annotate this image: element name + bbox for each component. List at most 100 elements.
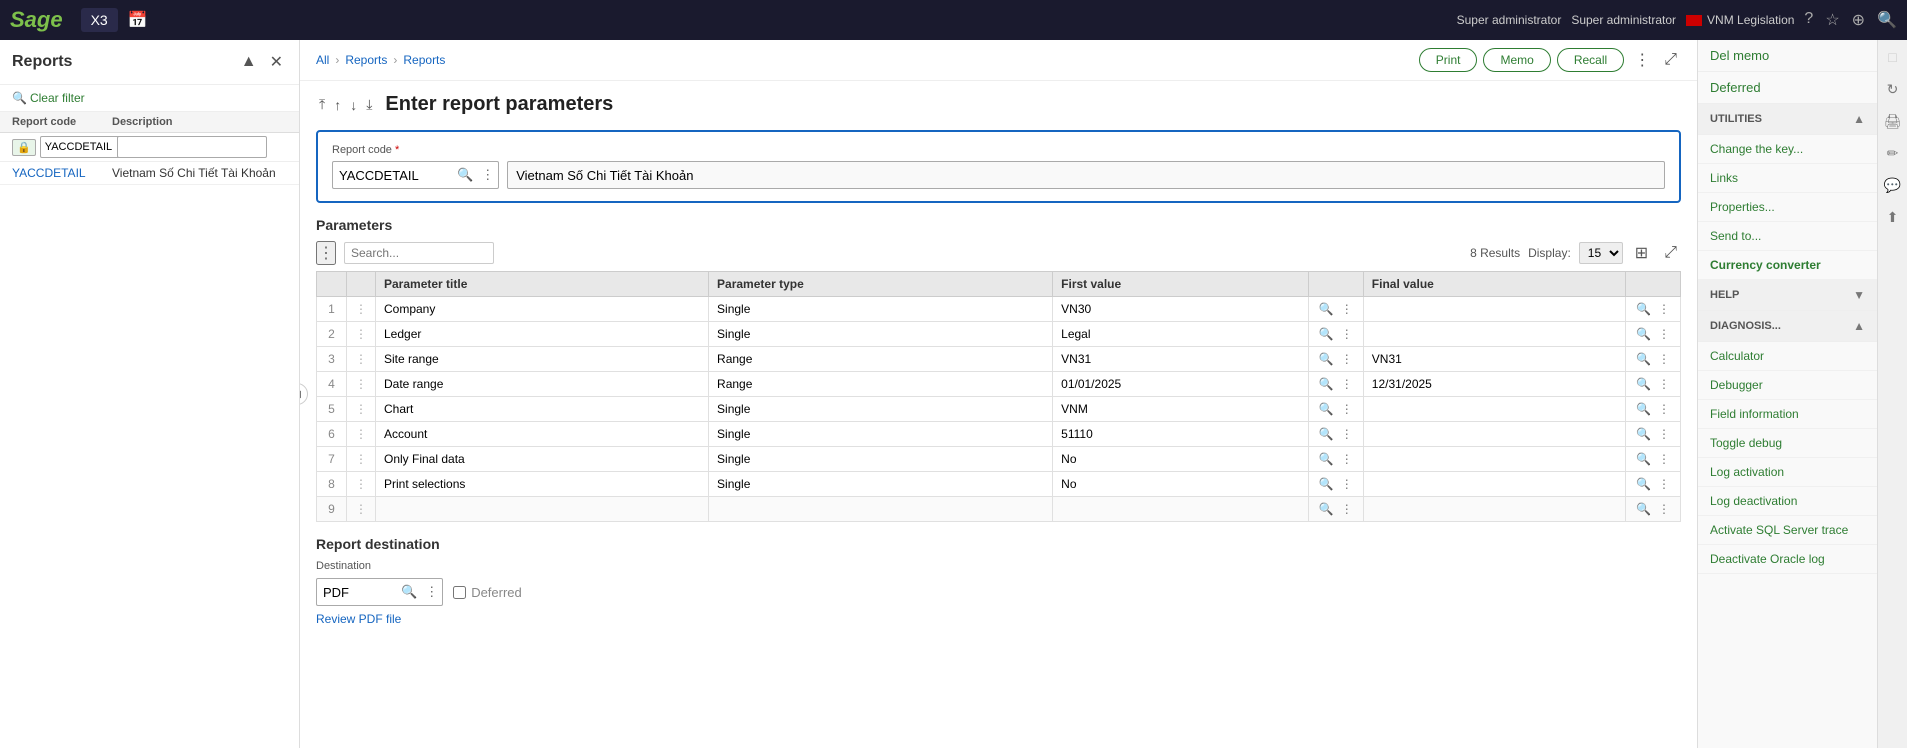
destination-input[interactable] [317, 585, 397, 600]
expand-button[interactable]: ⤢ [1660, 49, 1681, 71]
row-dots[interactable]: ⋮ [347, 472, 376, 497]
sidebar-up-icon[interactable]: ▲ [237, 50, 261, 74]
row-first-more[interactable]: ⋮ [1339, 326, 1355, 342]
destination-search-icon[interactable]: 🔍 [397, 584, 421, 600]
row-final-more[interactable]: ⋮ [1656, 476, 1672, 492]
debugger-button[interactable]: Debugger [1698, 371, 1877, 400]
strip-pencil-icon[interactable]: ✏ [1881, 141, 1905, 165]
row-final-search[interactable]: 🔍 [1634, 326, 1653, 342]
globe-icon[interactable]: ⊕ [1852, 10, 1865, 30]
row-first-search[interactable]: 🔍 [1317, 451, 1336, 467]
breadcrumb-reports1[interactable]: Reports [345, 53, 387, 67]
row-first-more[interactable]: ⋮ [1339, 376, 1355, 392]
deactivate-oracle-button[interactable]: Deactivate Oracle log [1698, 545, 1877, 574]
review-pdf-link[interactable]: Review PDF file [316, 612, 1681, 626]
nav-bottom-arrow[interactable]: ⤓ [363, 94, 375, 115]
row-final-more[interactable]: ⋮ [1656, 426, 1672, 442]
row-dots[interactable]: ⋮ [347, 322, 376, 347]
row-dots[interactable]: ⋮ [347, 372, 376, 397]
field-information-button[interactable]: Field information [1698, 400, 1877, 429]
row-final-search[interactable]: 🔍 [1634, 301, 1653, 317]
row-final-more[interactable]: ⋮ [1656, 451, 1672, 467]
row-first-more[interactable]: ⋮ [1339, 301, 1355, 317]
del-memo-button[interactable]: Del memo [1698, 40, 1877, 72]
row-dots[interactable]: ⋮ [347, 397, 376, 422]
sidebar-row[interactable]: YACCDETAIL Vietnam Số Chi Tiết Tài Khoản [0, 162, 299, 185]
display-select[interactable]: 15 25 50 [1579, 242, 1623, 264]
row-final-search[interactable]: 🔍 [1634, 351, 1653, 367]
legislation-selector[interactable]: VNM Legislation [1686, 13, 1794, 27]
diagnosis-toggle[interactable]: ▲ [1853, 319, 1865, 333]
report-code-input[interactable] [333, 168, 453, 183]
activate-sql-button[interactable]: Activate SQL Server trace [1698, 516, 1877, 545]
report-description-input[interactable] [507, 161, 1665, 189]
params-search-input[interactable] [344, 242, 494, 264]
strip-upload-icon[interactable]: ⬆ [1881, 205, 1905, 229]
strip-bubble-icon[interactable]: 💬 [1881, 173, 1905, 197]
breadcrumb-all[interactable]: All [316, 53, 329, 67]
recall-button[interactable]: Recall [1557, 48, 1624, 72]
report-code-search-icon[interactable]: 🔍 [453, 167, 477, 183]
currency-converter-button[interactable]: Currency converter [1698, 251, 1877, 280]
row-final-more[interactable]: ⋮ [1656, 376, 1672, 392]
row-final-search[interactable]: 🔍 [1634, 426, 1653, 442]
send-to-button[interactable]: Send to... [1698, 222, 1877, 251]
row-final-search[interactable]: 🔍 [1634, 501, 1653, 517]
row-final-search[interactable]: 🔍 [1634, 401, 1653, 417]
deferred-button[interactable]: Deferred [1698, 72, 1877, 104]
row-first-search[interactable]: 🔍 [1317, 376, 1336, 392]
row-dots[interactable]: ⋮ [347, 422, 376, 447]
row-first-search[interactable]: 🔍 [1317, 326, 1336, 342]
params-expand-icon[interactable]: ⤢ [1660, 242, 1681, 264]
row-first-search[interactable]: 🔍 [1317, 351, 1336, 367]
utilities-toggle[interactable]: ▲ [1853, 112, 1865, 126]
row-dots[interactable]: ⋮ [347, 297, 376, 322]
strip-print-icon[interactable]: 🖨 [1881, 109, 1905, 133]
row-first-more[interactable]: ⋮ [1339, 426, 1355, 442]
row-dots[interactable]: ⋮ [347, 497, 376, 522]
deferred-checkbox[interactable] [453, 586, 466, 599]
help-icon[interactable]: ? [1804, 10, 1813, 30]
report-code-more-icon[interactable]: ⋮ [477, 167, 498, 183]
nav-down-arrow[interactable]: ↓ [347, 94, 360, 115]
bookmark-icon[interactable]: ☆ [1825, 10, 1839, 30]
row-first-more[interactable]: ⋮ [1339, 351, 1355, 367]
row-final-search[interactable]: 🔍 [1634, 451, 1653, 467]
destination-more-icon[interactable]: ⋮ [421, 584, 442, 600]
links-button[interactable]: Links [1698, 164, 1877, 193]
row-first-search[interactable]: 🔍 [1317, 401, 1336, 417]
clear-filter-button[interactable]: 🔍 Clear filter [12, 91, 85, 105]
search-icon[interactable]: 🔍 [1877, 10, 1897, 30]
strip-refresh-icon[interactable]: ↻ [1881, 77, 1905, 101]
row-first-search[interactable]: 🔍 [1317, 301, 1336, 317]
help-toggle[interactable]: ▼ [1853, 288, 1865, 302]
more-options-button[interactable]: ⋮ [1630, 48, 1654, 72]
row-first-more[interactable]: ⋮ [1339, 501, 1355, 517]
row-dots[interactable]: ⋮ [347, 347, 376, 372]
properties-button[interactable]: Properties... [1698, 193, 1877, 222]
app-name[interactable]: X3 [81, 8, 118, 32]
row-first-more[interactable]: ⋮ [1339, 401, 1355, 417]
row-first-more[interactable]: ⋮ [1339, 451, 1355, 467]
print-button[interactable]: Print [1419, 48, 1478, 72]
row-first-search[interactable]: 🔍 [1317, 501, 1336, 517]
row-final-more[interactable]: ⋮ [1656, 351, 1672, 367]
log-deactivation-button[interactable]: Log deactivation [1698, 487, 1877, 516]
row-final-more[interactable]: ⋮ [1656, 326, 1672, 342]
row-first-search[interactable]: 🔍 [1317, 476, 1336, 492]
params-menu-button[interactable]: ⋮ [316, 241, 336, 265]
nav-top-arrow[interactable]: ⤒ [316, 94, 328, 115]
row-final-search[interactable]: 🔍 [1634, 476, 1653, 492]
params-layers-icon[interactable]: ⊞ [1631, 241, 1652, 265]
calculator-button[interactable]: Calculator [1698, 342, 1877, 371]
row-final-more[interactable]: ⋮ [1656, 401, 1672, 417]
row-dots[interactable]: ⋮ [347, 447, 376, 472]
deferred-checkbox-label[interactable]: Deferred [453, 585, 522, 600]
change-key-button[interactable]: Change the key... [1698, 135, 1877, 164]
log-activation-button[interactable]: Log activation [1698, 458, 1877, 487]
breadcrumb-reports2[interactable]: Reports [403, 53, 445, 67]
row-final-search[interactable]: 🔍 [1634, 376, 1653, 392]
row-final-more[interactable]: ⋮ [1656, 301, 1672, 317]
row-first-search[interactable]: 🔍 [1317, 426, 1336, 442]
nav-up-arrow[interactable]: ↑ [331, 94, 344, 115]
